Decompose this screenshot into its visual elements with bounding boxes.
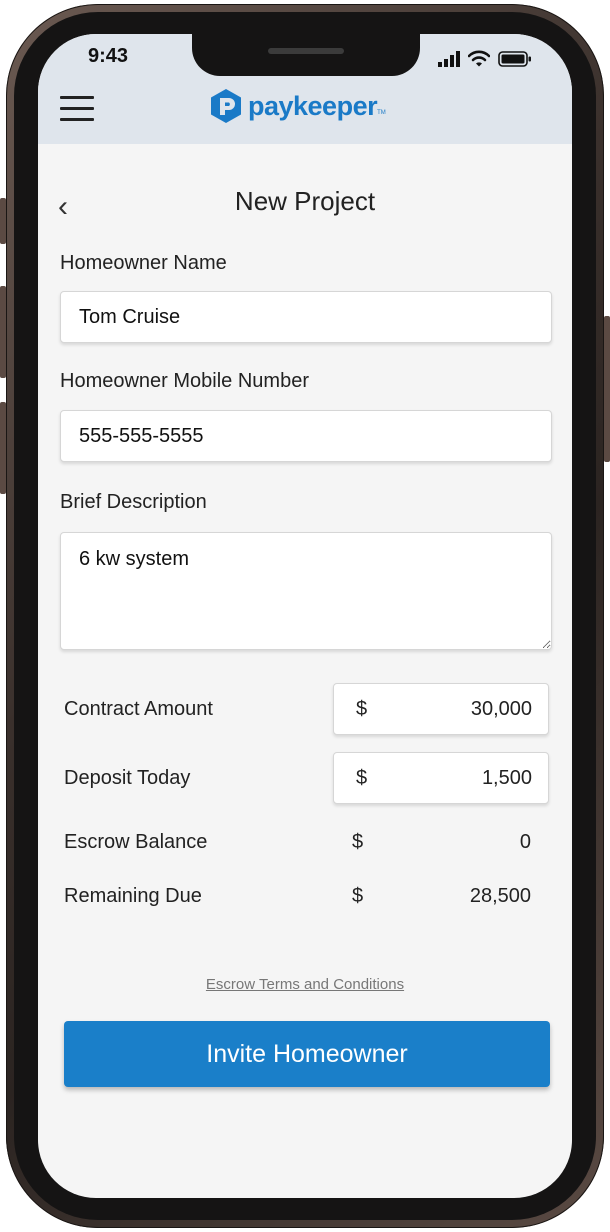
menu-icon[interactable] [60, 96, 94, 122]
cellular-signal-icon [438, 51, 460, 67]
escrow-balance-value: 0 [519, 831, 531, 853]
paykeeper-logo-icon [211, 89, 241, 123]
contract-amount-input[interactable]: $ 30,000 [333, 683, 549, 735]
mute-switch [0, 198, 6, 244]
page-title: New Project [234, 186, 376, 216]
invite-homeowner-button[interactable]: Invite Homeowner [64, 1021, 550, 1087]
deposit-today-value: 1,500 [481, 767, 532, 789]
app-screen: 9:43 paykeeper TM ‹ New Project Homeowne… [38, 34, 572, 1198]
brand-logo: paykeeper TM [210, 86, 386, 126]
deposit-today-input[interactable]: $ 1,500 [333, 752, 549, 804]
status-icons [438, 50, 532, 67]
wifi-icon [468, 50, 490, 67]
brief-description-label: Brief Description [60, 491, 207, 513]
volume-down-button [0, 402, 6, 494]
contract-currency: $ [356, 698, 368, 720]
battery-icon [498, 51, 531, 67]
homeowner-mobile-label: Homeowner Mobile Number [60, 370, 309, 392]
volume-up-button [0, 286, 6, 378]
remaining-due-value: 28,500 [469, 885, 531, 907]
contract-amount-value: 30,000 [470, 698, 532, 720]
status-time: 9:43 [88, 45, 129, 67]
homeowner-name-label: Homeowner Name [60, 252, 227, 274]
contract-amount-label: Contract Amount [64, 698, 213, 720]
power-button [604, 316, 610, 462]
deposit-currency: $ [356, 767, 368, 789]
escrow-balance-label: Escrow Balance [64, 831, 208, 853]
brand-name: paykeeper [248, 90, 378, 121]
deposit-today-label: Deposit Today [64, 767, 191, 789]
notch [192, 34, 420, 76]
trademark-mark: TM [377, 110, 386, 116]
remaining-due-label: Remaining Due [64, 885, 202, 907]
escrow-terms-link[interactable]: Escrow Terms and Conditions [38, 976, 572, 993]
brief-description-textarea[interactable]: 6 kw system [60, 532, 552, 650]
homeowner-name-input[interactable] [60, 291, 552, 343]
homeowner-mobile-input[interactable] [60, 410, 552, 462]
escrow-currency: $ [352, 831, 364, 853]
speaker-grille [268, 48, 344, 54]
remaining-currency: $ [352, 885, 364, 907]
